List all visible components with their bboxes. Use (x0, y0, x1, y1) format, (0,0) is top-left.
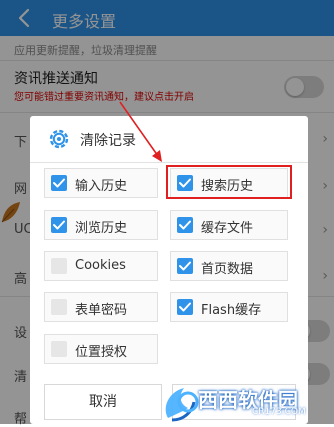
watermark-site: CR173.COM (252, 407, 306, 417)
annotation-arrow-icon (119, 101, 162, 162)
